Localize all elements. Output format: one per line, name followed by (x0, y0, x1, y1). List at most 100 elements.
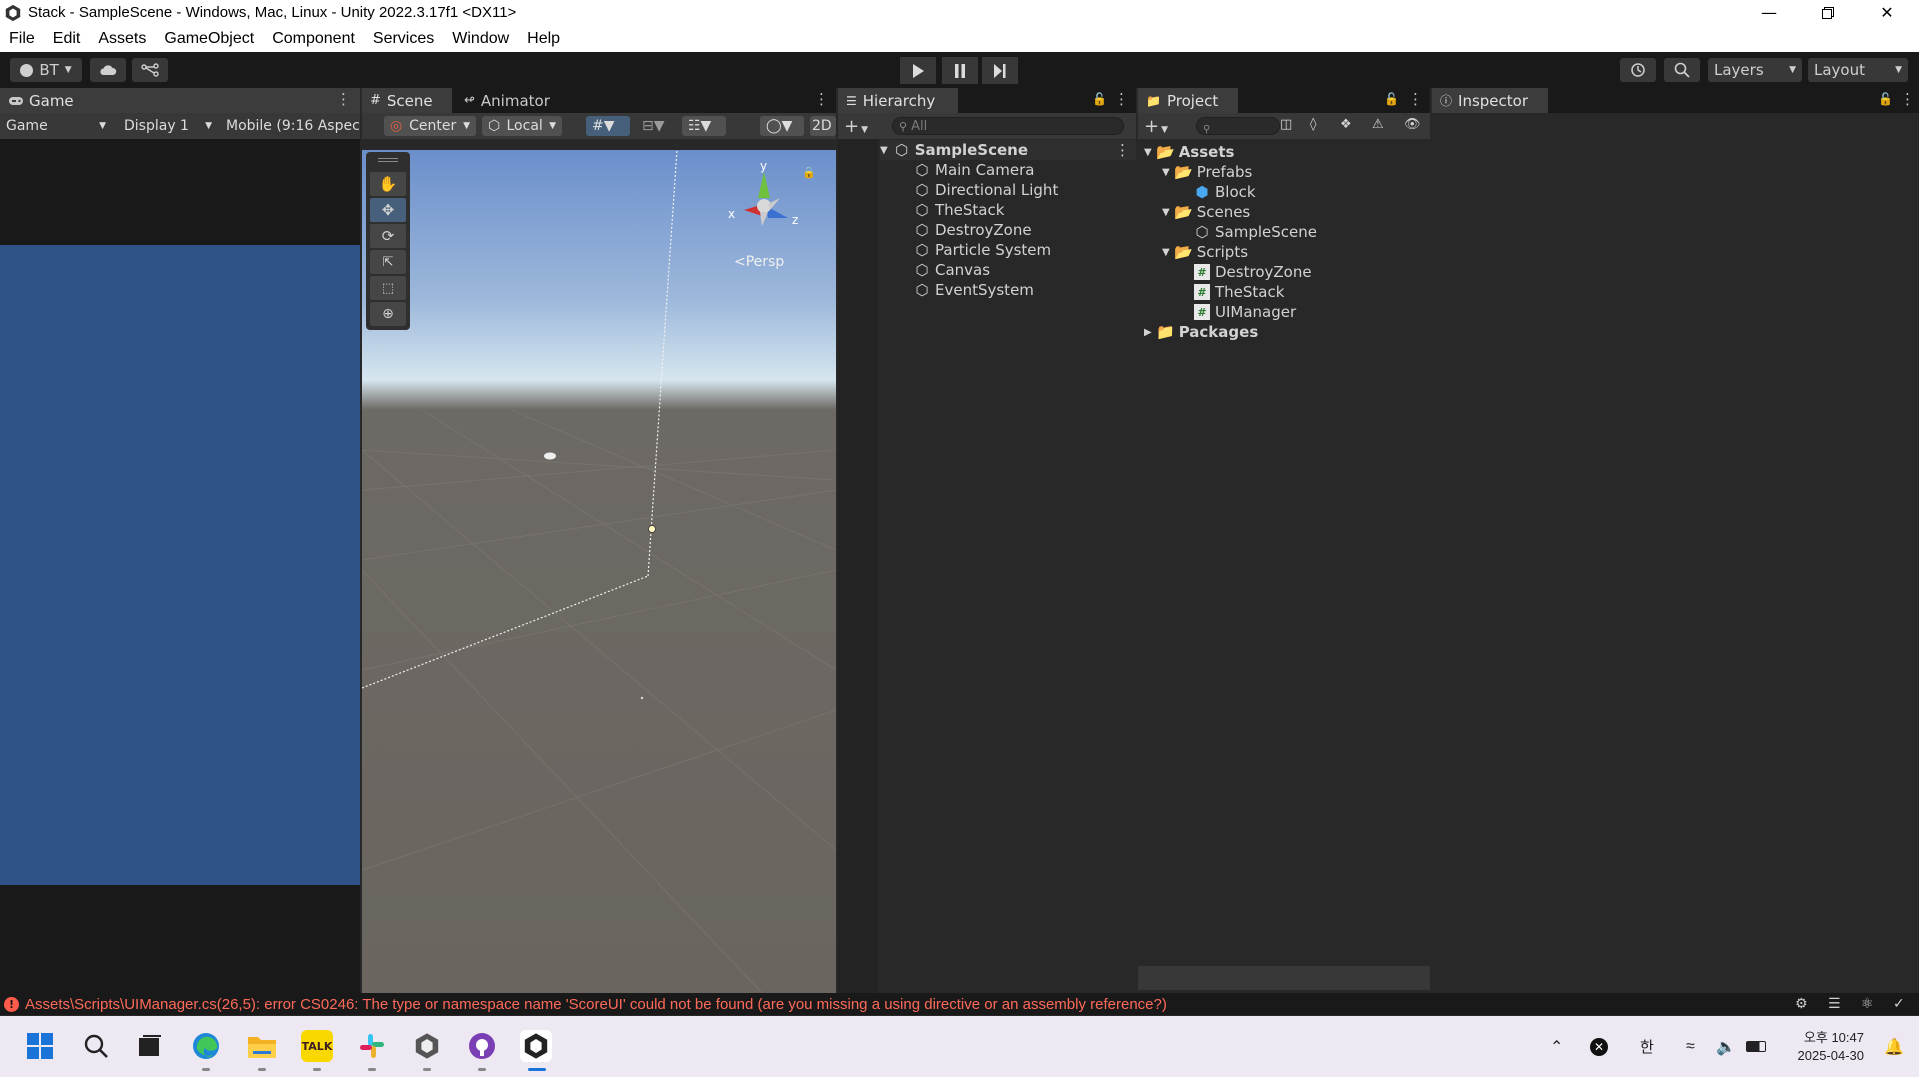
create-button[interactable]: + ▼ (844, 116, 868, 137)
more-options-icon[interactable]: ⋮ (1408, 90, 1423, 108)
hierarchy-item-thestack[interactable]: ⬡ TheStack (914, 200, 1004, 220)
increment-snap-button[interactable]: ⊟▼ (636, 116, 676, 136)
project-folder-packages[interactable]: ▶ 📁 Packages (1144, 322, 1258, 342)
grid-snap-button[interactable]: #▼ (586, 116, 630, 136)
project-folder-prefabs[interactable]: ▼ 📂 Prefabs (1162, 162, 1252, 182)
tray-overflow-button[interactable]: ⌃ (1550, 1016, 1563, 1077)
restore-button[interactable] (1799, 0, 1857, 25)
draw-mode-button[interactable]: ◯▼ (760, 116, 804, 136)
filter-label-icon[interactable]: ❖ (1340, 117, 1352, 132)
account-dropdown[interactable]: BT ▼ (10, 58, 82, 82)
play-button[interactable] (900, 57, 936, 84)
hand-tool-button[interactable]: ✋ (370, 172, 406, 196)
kakaotalk-app[interactable]: TALK (301, 1030, 333, 1062)
more-options-icon[interactable]: ⋮ (1114, 90, 1129, 108)
more-options-icon[interactable]: ⋮ (1115, 141, 1130, 159)
unity-hub-app[interactable] (411, 1030, 443, 1062)
step-button[interactable] (982, 57, 1018, 84)
hierarchy-item-eventsystem[interactable]: ⬡ EventSystem (914, 280, 1033, 300)
hierarchy-item-destroyzone[interactable]: ⬡ DestroyZone (914, 220, 1031, 240)
pivot-dropdown[interactable]: ◎ Center ▼ (384, 116, 476, 136)
aspect-dropdown[interactable]: Mobile (9:16 Aspec (220, 116, 360, 136)
rotate-tool-button[interactable]: ⟳ (370, 224, 406, 248)
scene-row[interactable]: ▼ ⬡ SampleScene ⋮ (880, 140, 1136, 160)
project-item-thestack[interactable]: # TheStack (1194, 282, 1284, 302)
hierarchy-item-main-camera[interactable]: ⬡ Main Camera (914, 160, 1034, 180)
progress-icon[interactable]: ☰ (1828, 996, 1841, 1012)
unity-editor-app[interactable] (520, 1030, 552, 1062)
space-dropdown[interactable]: ⬡ Local ▼ (482, 116, 562, 136)
lock-icon[interactable]: 🔒 (802, 166, 816, 179)
more-options-icon[interactable]: ⋮ (1900, 90, 1915, 108)
project-item-uimanager[interactable]: # UIManager (1194, 302, 1296, 322)
battery-button[interactable] (1746, 1016, 1766, 1077)
network-icon[interactable]: ⚛ (1861, 996, 1874, 1012)
hierarchy-item-particle-system[interactable]: ⬡ Particle System (914, 240, 1051, 260)
debug-off-icon[interactable]: ⚙ (1795, 996, 1808, 1012)
display-dropdown[interactable]: Display 1 ▼ (118, 116, 218, 136)
lock-icon[interactable]: 🔓 (1878, 92, 1893, 106)
grid-visibility-button[interactable]: ☷▼ (682, 116, 726, 136)
start-button[interactable] (24, 1030, 56, 1062)
project-item-block[interactable]: ⬢ Block (1194, 182, 1255, 202)
project-folder-scenes[interactable]: ▼ 📂 Scenes (1162, 202, 1250, 222)
scene-viewport[interactable]: ✋ ✥ ⟳ ⇱ ⬚ ⊕ y x z 🔒 <Persp (362, 150, 836, 993)
tab-inspector[interactable]: ⓘ Inspector (1432, 88, 1548, 113)
hidden-packages-icon[interactable]: 👁 (1404, 117, 1421, 132)
menu-file[interactable]: File (0, 30, 44, 48)
version-control-button[interactable] (132, 58, 168, 82)
lock-icon[interactable]: 🔓 (1092, 92, 1107, 106)
project-item-samplescene[interactable]: ⬡ SampleScene (1194, 222, 1317, 242)
hierarchy-search-input[interactable]: ⚲ All (892, 117, 1124, 135)
volume-button[interactable]: 🔈 (1716, 1016, 1736, 1077)
github-desktop-app[interactable] (466, 1030, 498, 1062)
create-button[interactable]: + ▼ (1144, 116, 1168, 137)
warning-icon[interactable]: ⚠ (1372, 117, 1384, 132)
menu-services[interactable]: Services (364, 30, 443, 48)
search-button[interactable] (1664, 58, 1700, 82)
transform-tool-button[interactable]: ⊕ (370, 302, 406, 326)
rect-tool-button[interactable]: ⬚ (370, 276, 406, 300)
menu-assets[interactable]: Assets (89, 30, 155, 48)
undo-history-button[interactable] (1620, 58, 1656, 82)
more-options-icon[interactable]: ⋮ (814, 90, 829, 108)
task-view-button[interactable] (134, 1030, 166, 1062)
project-item-destroyzone[interactable]: # DestroyZone (1194, 262, 1312, 282)
layers-dropdown[interactable]: Layers ▼ (1708, 58, 1802, 82)
file-explorer-app[interactable] (246, 1030, 278, 1062)
menu-gameobject[interactable]: GameObject (155, 30, 263, 48)
tab-scene[interactable]: # Scene (362, 88, 452, 113)
tab-animator[interactable]: ↫ Animator (456, 88, 558, 113)
console-error-message[interactable]: Assets\Scripts\UIManager.cs(26,5): error… (25, 996, 1167, 1013)
menu-window[interactable]: Window (443, 30, 518, 48)
project-folder-assets[interactable]: ▼ 📂 Assets (1144, 142, 1234, 162)
drag-handle-icon[interactable] (378, 158, 398, 162)
move-tool-button[interactable]: ✥ (370, 198, 406, 222)
project-folder-scripts[interactable]: ▼ 📂 Scripts (1162, 242, 1248, 262)
menu-help[interactable]: Help (518, 30, 569, 48)
wifi-button[interactable]: ≈ (1686, 1016, 1695, 1077)
clock-button[interactable]: 오후 10:47 2025-04-30 (1784, 1016, 1865, 1077)
edge-app[interactable] (190, 1030, 222, 1062)
scale-tool-button[interactable]: ⇱ (370, 250, 406, 274)
persp-label[interactable]: <Persp (734, 254, 784, 270)
pause-button[interactable] (942, 57, 978, 84)
cloud-button[interactable] (90, 58, 126, 82)
hierarchy-item-directional-light[interactable]: ⬡ Directional Light (914, 180, 1058, 200)
lock-icon[interactable]: 🔓 (1384, 92, 1399, 106)
hierarchy-item-canvas[interactable]: ⬡ Canvas (914, 260, 990, 280)
project-search-input[interactable]: ⚲ (1196, 117, 1280, 135)
tab-hierarchy[interactable]: ☰ Hierarchy (838, 88, 958, 113)
ime-indicator[interactable]: 한 (1640, 1016, 1654, 1077)
taskbar-search-button[interactable] (80, 1030, 112, 1062)
tab-game[interactable]: Game (0, 88, 360, 113)
menu-component[interactable]: Component (263, 30, 364, 48)
check-icon[interactable]: ✓ (1893, 996, 1905, 1012)
game-viewport[interactable] (0, 245, 360, 885)
more-options-icon[interactable]: ⋮ (336, 90, 351, 108)
orientation-gizmo[interactable]: y x z (714, 160, 814, 250)
search-scope-icon[interactable]: ◫ (1280, 117, 1292, 132)
minimize-button[interactable]: — (1740, 0, 1798, 25)
menu-edit[interactable]: Edit (44, 30, 90, 48)
close-button[interactable]: ✕ (1858, 0, 1916, 25)
